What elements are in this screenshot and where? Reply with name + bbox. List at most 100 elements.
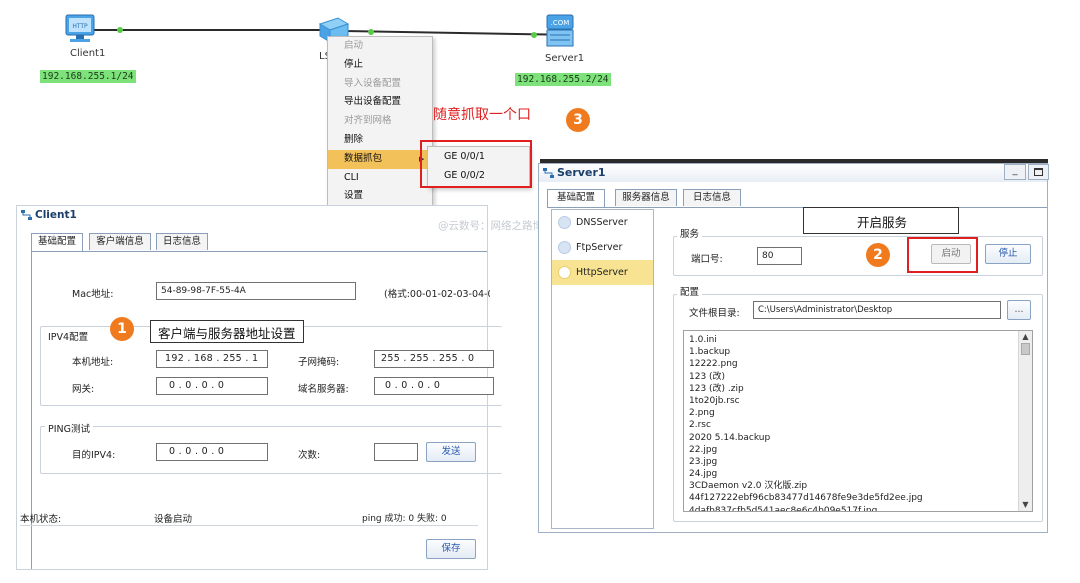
callout-text-step3: 随意抓取一个口 [433,107,531,123]
server-window: Server1 _ 基础配置 服务器信息 日志信息 DNSServer FtpS… [538,163,1049,533]
mask-label: 子网掩码: [298,357,340,368]
menu-item-delete[interactable]: 删除 [328,131,432,150]
watermark: @云数号：网络之路博客 [438,220,554,232]
port-dot [531,32,537,38]
menu-item-settings[interactable]: 设置 [328,187,432,206]
maximize-button[interactable] [1028,164,1049,180]
client-window: Client1 基础配置 客户端信息 日志信息 Mac地址: 54-89-98-… [16,205,502,570]
mask-field[interactable]: 255 . 255 . 255 . 0 [374,350,494,368]
dest-ip-field[interactable]: 0 . 0 . 0 . 0 [156,443,268,461]
tab-server-info[interactable]: 服务器信息 [615,189,677,206]
dns-label: 域名服务器: [298,384,349,395]
root-dir-label: 文件根目录: [689,308,740,319]
server-tabbar: 基础配置 服务器信息 日志信息 [547,189,1047,208]
client-panel: Mac地址: 54-89-98-7F-55-4A (格式:00-01-02-03… [20,251,502,569]
tab-basic-config[interactable]: 基础配置 [31,233,83,251]
nav-item-label: HttpServer [576,267,628,278]
mac-label: Mac地址: [72,289,114,300]
nav-bullet-icon [558,266,571,279]
step-badge-3: 3 [566,108,590,132]
scroll-down-icon[interactable]: ▼ [1019,499,1032,511]
nav-item-dns[interactable]: DNSServer [552,210,653,235]
client-window-title: Client1 [35,209,77,221]
file-list-scrollbar[interactable]: ▲ ▼ [1018,331,1032,511]
ipv4-section-title: IPV4配置 [45,329,92,343]
port-dot [368,29,374,35]
port-dot [117,27,123,33]
service-section-title: 服务 [677,226,703,240]
file-list-item[interactable]: 12222.png [684,358,1032,370]
file-list-item[interactable]: 24.jpg [684,468,1032,480]
minimize-button[interactable]: _ [1004,164,1026,180]
root-dir-field[interactable]: C:\Users\Administrator\Desktop [753,301,1001,319]
send-button[interactable]: 发送 [426,442,476,462]
context-menu: 启动 停止 导入设备配置 导出设备配置 对齐到网格 删除 数据抓包 CLI 设置 [327,36,433,206]
mac-field[interactable]: 54-89-98-7F-55-4A [156,282,356,300]
callout-text-step1: 客户端与服务器地址设置 [158,326,296,341]
link-client-switch [94,29,326,31]
dest-ip-label: 目的IPV4: [72,450,116,461]
config-section-title: 配置 [677,284,703,298]
menu-item-stop[interactable]: 停止 [328,56,432,75]
file-list-item[interactable]: 1.backup [684,346,1032,358]
file-list-item[interactable]: 123 (改) [684,371,1032,383]
port-label: 端口号: [691,254,723,265]
pc-icon[interactable]: HTTP [64,14,96,44]
tab-log-info[interactable]: 日志信息 [683,189,741,206]
scroll-up-icon[interactable]: ▲ [1019,331,1032,343]
menu-item-import-config: 导入设备配置 [344,77,402,89]
client-tabbar: 基础配置 客户端信息 日志信息 [31,233,487,252]
file-list-item[interactable]: 3CDaemon v2.0 汉化版.zip [684,480,1032,492]
file-list-items: 1.0.ini 1.backup 12222.png 123 (改) 123 (改) .… [684,331,1032,511]
local-ip-field[interactable]: 192 . 168 . 255 . 1 [156,350,268,368]
server-icon[interactable]: .COM [544,14,576,48]
ping-result: ping 成功: 0 失败: 0 [362,514,447,524]
callout-text-step2: 开启服务 [857,215,908,230]
save-button[interactable]: 保存 [426,539,476,559]
maximize-icon [1034,168,1043,176]
dns-field[interactable]: 0 . 0 . 0 . 0 [374,377,494,395]
nav-bullet-icon [558,241,571,254]
file-list-item[interactable]: 23.jpg [684,456,1032,468]
callout-box-start [907,237,978,273]
file-list-item[interactable]: 44f127222ebf96cb83477d14678fe9e3de5fd2ee… [684,492,1032,504]
ip-tag-server: 192.168.255.2/24 [515,73,611,86]
file-list-item[interactable]: 2.png [684,407,1032,419]
mac-format-hint: (格式:00-01-02-03-04-05) [384,289,490,300]
file-list-item[interactable]: 2020 5.14.backup [684,432,1032,444]
count-field[interactable] [374,443,418,461]
menu-item-cli[interactable]: CLI [328,169,432,188]
scroll-thumb[interactable] [1021,343,1030,355]
device-label-server: Server1 [545,53,585,64]
gateway-field[interactable]: 0 . 0 . 0 . 0 [156,377,268,395]
port-field[interactable]: 80 [757,247,802,265]
nav-item-http[interactable]: HttpServer [552,260,653,285]
file-list-item[interactable]: 4dafb837cfb5d541aec8e6c4b09e517f.jpg [684,505,1032,511]
file-list-item[interactable]: 2.rsc [684,419,1032,431]
server-window-title: Server1 [557,166,606,179]
file-list-item[interactable]: 1.0.ini [684,334,1032,346]
tab-client-info[interactable]: 客户端信息 [89,233,151,250]
file-list-item[interactable]: 1to20jb.rsc [684,395,1032,407]
file-list[interactable]: 1.0.ini 1.backup 12222.png 123 (改) 123 (改) .… [683,330,1033,512]
menu-item-export-config[interactable]: 导出设备配置 [328,93,432,112]
callout-box-submenu [420,140,532,188]
tabbar-line [547,207,1047,208]
client-window-titlebar: Client1 [17,206,487,224]
svg-text:HTTP: HTTP [72,23,88,30]
nav-item-ftp[interactable]: FtpServer [552,235,653,260]
browse-button[interactable]: ... [1007,300,1031,320]
menu-item-start: 启动 [344,40,364,51]
step-badge-2: 2 [866,243,890,267]
file-list-item[interactable]: 123 (改) .zip [684,383,1032,395]
tab-basic-config[interactable]: 基础配置 [547,189,605,207]
status-value: 设备启动 [154,514,193,525]
network-icon [21,210,32,220]
stop-button[interactable]: 停止 [985,244,1031,264]
menu-item-align-grid: 对齐到网格 [344,115,392,127]
service-nav: DNSServer FtpServer HttpServer [551,209,654,529]
menu-item-capture[interactable]: 数据抓包 [328,149,432,169]
nav-bullet-icon [558,216,571,229]
tab-log-info[interactable]: 日志信息 [156,233,208,250]
file-list-item[interactable]: 22.jpg [684,444,1032,456]
